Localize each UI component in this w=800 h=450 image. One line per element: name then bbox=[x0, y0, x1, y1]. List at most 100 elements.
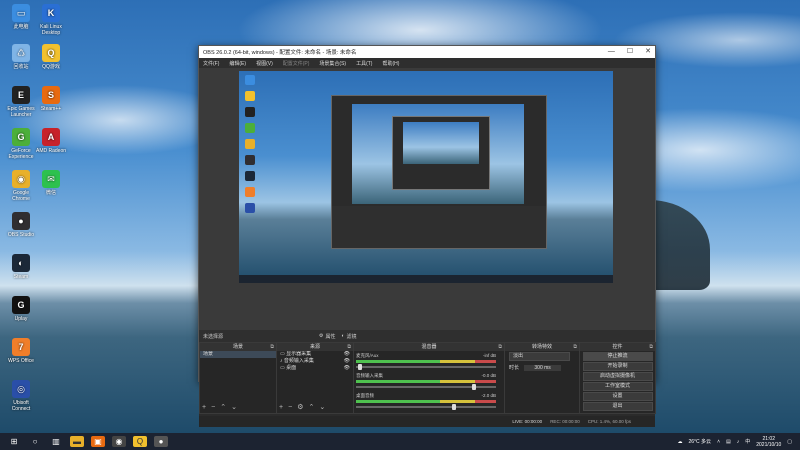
desktop-icon[interactable]: A AMD Radeon bbox=[34, 128, 68, 154]
nested-obs-window-2 bbox=[392, 116, 490, 190]
dock-float-icon[interactable]: ⧉ bbox=[270, 343, 274, 351]
start-recording-button[interactable]: 开始录制 bbox=[582, 362, 653, 371]
volume-slider[interactable] bbox=[356, 384, 496, 390]
volume-slider[interactable] bbox=[356, 364, 496, 370]
stop-streaming-button[interactable]: 停止推流 bbox=[582, 352, 653, 361]
source-item[interactable]: ▭ 桌面 👁 bbox=[277, 365, 353, 372]
status-bar: LIVE: 00:00:00 REC: 00:00:00 CPU: 1.4%, … bbox=[199, 416, 655, 427]
desktop-icon[interactable]: 7 WPS Office bbox=[4, 338, 38, 364]
windows-start-icon[interactable]: ⊞ bbox=[7, 436, 21, 447]
mixer-channel: 音频输入采集 -0.0 dB bbox=[356, 373, 496, 390]
obs-window[interactable]: OBS 26.0.2 (64-bit, windows) - 配置文件: 未命名… bbox=[198, 45, 656, 427]
desktop-icon[interactable]: S Steam++ bbox=[34, 86, 68, 112]
dock-float-icon[interactable]: ⧉ bbox=[573, 343, 577, 351]
desktop-icon[interactable]: ◎ Ubisoft Connect bbox=[4, 380, 38, 412]
task-view-icon[interactable]: ▥ bbox=[49, 436, 63, 447]
chrome-taskbar-icon[interactable]: ◉ bbox=[112, 436, 126, 447]
qq-taskbar-icon[interactable]: Q bbox=[133, 436, 147, 447]
ime-icon[interactable]: 中 bbox=[745, 438, 750, 445]
desktop-icon[interactable]: ◉ Google Chrome bbox=[4, 170, 38, 202]
selected-source-label: 未选择源 bbox=[203, 333, 224, 340]
desktop-icon-label: 回收站 bbox=[13, 64, 29, 70]
properties-button[interactable]: ⚙ 属性 bbox=[319, 333, 336, 340]
clock[interactable]: 21:02 2021/10/10 bbox=[756, 436, 781, 448]
desktop-icon[interactable]: ▭ 此电脑 bbox=[4, 4, 38, 30]
desktop-icon[interactable]: G Uplay bbox=[4, 296, 38, 322]
scene-item[interactable]: 场景 bbox=[200, 351, 276, 358]
close-button[interactable]: ✕ bbox=[645, 46, 651, 58]
exit-button[interactable]: 退出 bbox=[582, 402, 653, 411]
desktop-icon[interactable]: ♺ 回收站 bbox=[4, 44, 38, 70]
desktop-icon[interactable]: K Kali Linux Desktop bbox=[34, 4, 68, 36]
remove-icon[interactable]: − bbox=[211, 404, 215, 412]
slider-knob[interactable] bbox=[472, 384, 476, 390]
source-item[interactable]: ▭ 显示器采集 👁 bbox=[277, 351, 353, 358]
dock-float-icon[interactable]: ⧉ bbox=[347, 343, 351, 351]
menu-help[interactable]: 帮助(H) bbox=[382, 60, 399, 67]
remove-icon[interactable]: − bbox=[288, 404, 292, 412]
desktop-icon-label: GeForce Experience bbox=[8, 148, 34, 160]
app-taskbar-icon[interactable]: ▣ bbox=[91, 436, 105, 447]
desktop-icon[interactable]: E Epic Games Launcher bbox=[4, 86, 38, 118]
desktop-icon[interactable]: G GeForce Experience bbox=[4, 128, 38, 160]
transition-select[interactable]: 淡出 bbox=[509, 352, 570, 361]
search-icon[interactable]: ○ bbox=[28, 436, 42, 447]
kali-icon: K bbox=[42, 4, 60, 22]
volume-slider[interactable] bbox=[356, 404, 496, 410]
settings-button[interactable]: 设置 bbox=[582, 392, 653, 401]
menu-edit[interactable]: 编辑(E) bbox=[229, 60, 246, 67]
nested-obs-window bbox=[331, 95, 547, 249]
menu-file[interactable]: 文件(F) bbox=[203, 60, 219, 67]
move-up-icon[interactable]: ⌃ bbox=[308, 404, 314, 412]
weather-text[interactable]: 26°C 多云 bbox=[689, 438, 712, 445]
preview-area[interactable] bbox=[199, 68, 655, 330]
network-icon[interactable]: ▤ bbox=[726, 439, 731, 445]
add-icon[interactable]: + bbox=[279, 404, 283, 412]
obs-taskbar-icon[interactable]: ● bbox=[154, 436, 168, 447]
sources-dock: 来源 ⧉ ▭ 显示器采集 👁 ♪ 音频输入采集 👁 ▭ 桌面 👁 + − ⚙ ⌃ ⌄ bbox=[276, 342, 354, 414]
steam-icon: ◐ bbox=[12, 254, 30, 272]
move-up-icon[interactable]: ⌃ bbox=[220, 404, 226, 412]
move-down-icon[interactable]: ⌄ bbox=[231, 404, 237, 412]
source-item[interactable]: ♪ 音频输入采集 👁 bbox=[277, 358, 353, 365]
desktop-icon[interactable]: Q QQ游戏 bbox=[34, 44, 68, 70]
chevron-up-icon[interactable]: ˄ bbox=[717, 439, 720, 445]
mixer-dock: 混音器 ⧉ 麦克风/Aux -inf dB 音频输入采集 -0.0 dB 桌面音频 -2… bbox=[353, 342, 505, 414]
dock-float-icon[interactable]: ⧉ bbox=[649, 343, 653, 351]
desktop-icon[interactable]: ✉ 微信 bbox=[34, 170, 68, 196]
slider-knob[interactable] bbox=[452, 404, 456, 410]
slider-knob[interactable] bbox=[358, 364, 362, 370]
geforce-icon: G bbox=[12, 128, 30, 146]
eye-icon[interactable]: 👁 bbox=[344, 358, 350, 365]
settings-icon[interactable]: ⚙ bbox=[297, 404, 303, 412]
notification-icon[interactable]: ▢ bbox=[787, 439, 792, 445]
obs-titlebar[interactable]: OBS 26.0.2 (64-bit, windows) - 配置文件: 未命名… bbox=[199, 46, 655, 58]
volume-icon[interactable]: ♪ bbox=[737, 439, 740, 445]
scenes-title: 场景 bbox=[232, 344, 243, 350]
filters-button[interactable]: ◐ 滤镜 bbox=[342, 333, 357, 340]
dock-float-icon[interactable]: ⧉ bbox=[498, 343, 502, 351]
maximize-button[interactable]: ☐ bbox=[627, 46, 633, 58]
weather-icon[interactable]: ☁ bbox=[678, 439, 683, 445]
file-explorer-icon[interactable]: ▬ bbox=[70, 436, 84, 447]
ubisoft-icon: ◎ bbox=[12, 380, 30, 398]
nested-preview bbox=[352, 104, 524, 204]
virtual-camera-button[interactable]: 启动虚拟摄像机 bbox=[582, 372, 653, 381]
duration-input[interactable]: 300 ms bbox=[524, 365, 561, 371]
desktop-icon[interactable]: ◐ Steam bbox=[4, 254, 38, 280]
desktop-icon[interactable]: ● OBS Studio bbox=[4, 212, 38, 238]
desktop-icon-label: Steam bbox=[13, 274, 29, 280]
studio-mode-button[interactable]: 工作室模式 bbox=[582, 382, 653, 391]
menu-tools[interactable]: 工具(T) bbox=[356, 60, 372, 67]
menu-scene-collection[interactable]: 场景集合(S) bbox=[319, 60, 346, 67]
channel-db: -2.0 dB bbox=[481, 393, 496, 398]
minimize-button[interactable]: — bbox=[608, 46, 615, 58]
eye-icon[interactable]: 👁 bbox=[344, 365, 350, 372]
add-icon[interactable]: + bbox=[202, 404, 206, 412]
window-title: OBS 26.0.2 (64-bit, windows) - 配置文件: 未命名… bbox=[203, 50, 357, 56]
menu-view[interactable]: 视图(V) bbox=[256, 60, 273, 67]
menu-profile[interactable]: 配置文件(P) bbox=[283, 60, 310, 67]
eye-icon[interactable]: 👁 bbox=[344, 351, 350, 358]
live-status: LIVE: 00:00:00 bbox=[512, 419, 543, 424]
move-down-icon[interactable]: ⌄ bbox=[319, 404, 325, 412]
